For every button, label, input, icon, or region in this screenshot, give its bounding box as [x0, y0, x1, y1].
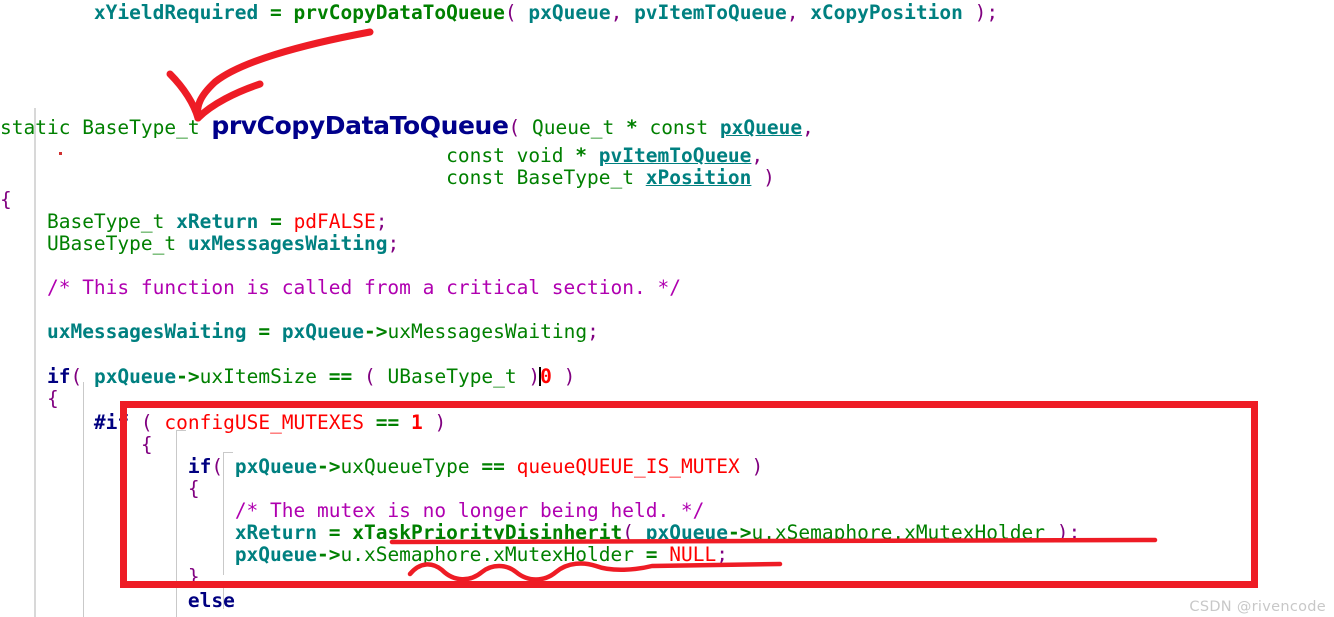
token-basetype: BaseType_t	[82, 116, 200, 139]
token-fn-call: prvCopyDataToQueue	[293, 1, 505, 24]
token-assign: =	[270, 1, 282, 24]
code-line-decl-xreturn: BaseType_t xReturn = pdFALSE;	[46, 210, 388, 233]
token-if: if	[46, 365, 71, 388]
code-line-open-brace: {	[0, 188, 12, 211]
code-line-brace-if: {	[46, 387, 59, 410]
token-const: const	[649, 116, 709, 139]
token-xyieldrequired: xYieldRequired	[93, 1, 259, 24]
code-line-assign-uxmessageswaiting: uxMessagesWaiting = pxQueue->uxMessagesW…	[46, 320, 599, 343]
token-param-xposition: xPosition	[645, 166, 752, 189]
watermark: CSDN @rivencode	[1189, 599, 1326, 615]
token-void: void	[516, 144, 564, 167]
code-line-signature-3: const BaseType_t xPosition )	[446, 166, 775, 189]
token-pxqueue: pxQueue	[528, 1, 611, 24]
token-else: else	[187, 589, 235, 612]
token-param-pxqueue: pxQueue	[719, 116, 803, 139]
code-line-comment-critical: /* This function is called from a critic…	[0, 277, 681, 299]
token-member-uxitemsize: uxItemSize	[199, 365, 318, 388]
token-member-uxmessageswaiting: uxMessagesWaiting	[387, 320, 588, 343]
token-queue-t: Queue_t	[532, 116, 615, 139]
token-zero: 0	[540, 365, 552, 388]
token-pdfalse: pdFALSE	[293, 210, 376, 233]
code-line-if-itemsize: if( pxQueue->uxItemSize == ( UBaseType_t…	[46, 365, 576, 388]
token-uxmessageswaiting: uxMessagesWaiting	[187, 232, 388, 255]
token-static: static	[0, 116, 71, 139]
token-comment-critical: /* This function is called from a critic…	[46, 276, 681, 299]
annotation-highlight-box	[120, 401, 1258, 588]
code-line-call-site: xYieldRequired = prvCopyDataToQueue( pxQ…	[0, 2, 998, 24]
code-line-signature-2: const void * pvItemToQueue,	[446, 144, 764, 167]
code-line-else: else	[0, 590, 235, 612]
token-xcopyposition: xCopyPosition	[810, 1, 963, 24]
code-line-signature-1: static BaseType_t prvCopyDataToQueue( Qu…	[0, 111, 814, 140]
code-line-decl-uxmessageswaiting: UBaseType_t uxMessagesWaiting;	[46, 232, 400, 255]
token-pvitemtoqueue: pvItemToQueue	[634, 1, 787, 24]
token-xreturn: xReturn	[176, 210, 259, 233]
token-fn-definition-name: prvCopyDataToQueue	[211, 111, 509, 140]
token-param-pvitemtoqueue: pvItemToQueue	[598, 144, 752, 167]
